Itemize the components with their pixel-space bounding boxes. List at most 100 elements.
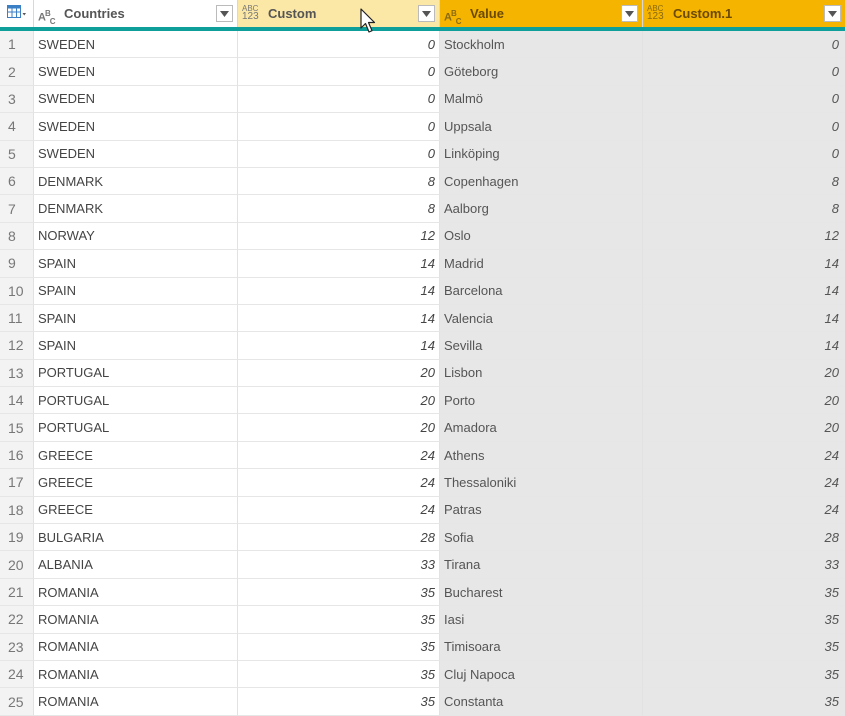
cell-custom[interactable]: 35 bbox=[238, 578, 440, 607]
cell-custom[interactable]: 20 bbox=[238, 387, 440, 415]
cell-custom[interactable]: 33 bbox=[238, 551, 440, 579]
cell-custom[interactable]: 0 bbox=[238, 85, 440, 114]
cell-countries[interactable]: SPAIN bbox=[34, 250, 238, 278]
cell-value[interactable]: Madrid bbox=[440, 250, 643, 278]
column-header-countries[interactable]: ABC Countries bbox=[34, 0, 238, 27]
cell-countries[interactable]: ALBANIA bbox=[34, 551, 238, 579]
cell-countries[interactable]: DENMARK bbox=[34, 195, 238, 223]
filter-dropdown-value[interactable] bbox=[621, 5, 638, 22]
cell-value[interactable]: Iasi bbox=[440, 606, 643, 634]
cell-custom-1[interactable]: 14 bbox=[643, 277, 845, 305]
cell-custom-1[interactable]: 24 bbox=[643, 441, 845, 470]
cell-custom[interactable]: 24 bbox=[238, 469, 440, 497]
cell-value[interactable]: Porto bbox=[440, 387, 643, 415]
cell-value[interactable]: Stockholm bbox=[440, 31, 643, 59]
cell-countries[interactable]: BULGARIA bbox=[34, 524, 238, 552]
cell-custom[interactable]: 35 bbox=[238, 633, 440, 661]
cell-value[interactable]: Göteborg bbox=[440, 58, 643, 86]
cell-custom-1[interactable]: 24 bbox=[643, 469, 845, 497]
cell-custom[interactable]: 14 bbox=[238, 332, 440, 360]
cell-value[interactable]: Aalborg bbox=[440, 195, 643, 223]
cell-value[interactable]: Barcelona bbox=[440, 277, 643, 305]
column-header-custom-1[interactable]: ABC 123 Custom.1 bbox=[643, 0, 845, 27]
cell-custom-1[interactable]: 20 bbox=[643, 414, 845, 442]
cell-countries[interactable]: SPAIN bbox=[34, 332, 238, 360]
cell-countries[interactable]: PORTUGAL bbox=[34, 414, 238, 442]
cell-custom-1[interactable]: 35 bbox=[643, 688, 845, 716]
abc-text-icon[interactable]: ABC bbox=[444, 4, 470, 26]
cell-countries[interactable]: PORTUGAL bbox=[34, 359, 238, 388]
cell-custom[interactable]: 0 bbox=[238, 113, 440, 141]
cell-value[interactable]: Patras bbox=[440, 496, 643, 525]
filter-dropdown-custom[interactable] bbox=[418, 5, 435, 22]
cell-custom-1[interactable]: 35 bbox=[643, 578, 845, 607]
cell-custom[interactable]: 20 bbox=[238, 359, 440, 388]
cell-value[interactable]: Lisbon bbox=[440, 359, 643, 388]
cell-custom[interactable]: 24 bbox=[238, 441, 440, 470]
cell-custom-1[interactable]: 0 bbox=[643, 140, 845, 168]
column-header-custom[interactable]: ABC 123 Custom bbox=[238, 0, 440, 27]
cell-value[interactable]: Timisoara bbox=[440, 633, 643, 661]
cell-countries[interactable]: ROMANIA bbox=[34, 633, 238, 661]
cell-countries[interactable]: SWEDEN bbox=[34, 113, 238, 141]
cell-value[interactable]: Sofia bbox=[440, 524, 643, 552]
filter-dropdown-custom-1[interactable] bbox=[824, 5, 841, 22]
cell-countries[interactable]: GREECE bbox=[34, 496, 238, 525]
cell-value[interactable]: Linköping bbox=[440, 140, 643, 168]
cell-custom[interactable]: 0 bbox=[238, 31, 440, 59]
cell-countries[interactable]: NORWAY bbox=[34, 222, 238, 251]
cell-countries[interactable]: SWEDEN bbox=[34, 85, 238, 114]
cell-countries[interactable]: ROMANIA bbox=[34, 578, 238, 607]
cell-custom[interactable]: 24 bbox=[238, 496, 440, 525]
cell-value[interactable]: Cluj Napoca bbox=[440, 660, 643, 689]
cell-custom-1[interactable]: 0 bbox=[643, 113, 845, 141]
cell-value[interactable]: Sevilla bbox=[440, 332, 643, 360]
cell-custom[interactable]: 35 bbox=[238, 688, 440, 716]
cell-custom[interactable]: 14 bbox=[238, 304, 440, 333]
cell-value[interactable]: Uppsala bbox=[440, 113, 643, 141]
cell-value[interactable]: Athens bbox=[440, 441, 643, 470]
cell-custom[interactable]: 8 bbox=[238, 195, 440, 223]
cell-countries[interactable]: GREECE bbox=[34, 469, 238, 497]
cell-custom-1[interactable]: 8 bbox=[643, 167, 845, 196]
cell-countries[interactable]: SPAIN bbox=[34, 277, 238, 305]
abc-text-icon[interactable]: ABC bbox=[38, 4, 64, 26]
cell-custom-1[interactable]: 20 bbox=[643, 387, 845, 415]
cell-countries[interactable]: SWEDEN bbox=[34, 140, 238, 168]
cell-countries[interactable]: ROMANIA bbox=[34, 688, 238, 716]
cell-custom[interactable]: 35 bbox=[238, 660, 440, 689]
cell-custom[interactable]: 14 bbox=[238, 277, 440, 305]
cell-custom[interactable]: 35 bbox=[238, 606, 440, 634]
cell-countries[interactable]: DENMARK bbox=[34, 167, 238, 196]
cell-custom-1[interactable]: 24 bbox=[643, 496, 845, 525]
cell-countries[interactable]: ROMANIA bbox=[34, 606, 238, 634]
cell-countries[interactable]: GREECE bbox=[34, 441, 238, 470]
cell-custom-1[interactable]: 8 bbox=[643, 195, 845, 223]
cell-countries[interactable]: PORTUGAL bbox=[34, 387, 238, 415]
cell-custom[interactable]: 8 bbox=[238, 167, 440, 196]
column-header-value[interactable]: ABC Value bbox=[440, 0, 643, 27]
cell-custom-1[interactable]: 14 bbox=[643, 250, 845, 278]
cell-custom-1[interactable]: 12 bbox=[643, 222, 845, 251]
cell-value[interactable]: Amadora bbox=[440, 414, 643, 442]
cell-value[interactable]: Bucharest bbox=[440, 578, 643, 607]
cell-custom-1[interactable]: 14 bbox=[643, 332, 845, 360]
cell-custom-1[interactable]: 33 bbox=[643, 551, 845, 579]
cell-custom[interactable]: 20 bbox=[238, 414, 440, 442]
cell-value[interactable]: Copenhagen bbox=[440, 167, 643, 196]
filter-dropdown-countries[interactable] bbox=[216, 5, 233, 22]
cell-countries[interactable]: SPAIN bbox=[34, 304, 238, 333]
cell-value[interactable]: Constanta bbox=[440, 688, 643, 716]
cell-countries[interactable]: ROMANIA bbox=[34, 660, 238, 689]
cell-countries[interactable]: SWEDEN bbox=[34, 58, 238, 86]
cell-value[interactable]: Thessaloniki bbox=[440, 469, 643, 497]
cell-value[interactable]: Oslo bbox=[440, 222, 643, 251]
cell-custom-1[interactable]: 0 bbox=[643, 31, 845, 59]
cell-custom[interactable]: 0 bbox=[238, 58, 440, 86]
cell-custom-1[interactable]: 0 bbox=[643, 85, 845, 114]
cell-custom[interactable]: 14 bbox=[238, 250, 440, 278]
cell-custom-1[interactable]: 20 bbox=[643, 359, 845, 388]
cell-countries[interactable]: SWEDEN bbox=[34, 31, 238, 59]
cell-value[interactable]: Malmö bbox=[440, 85, 643, 114]
cell-custom-1[interactable]: 14 bbox=[643, 304, 845, 333]
